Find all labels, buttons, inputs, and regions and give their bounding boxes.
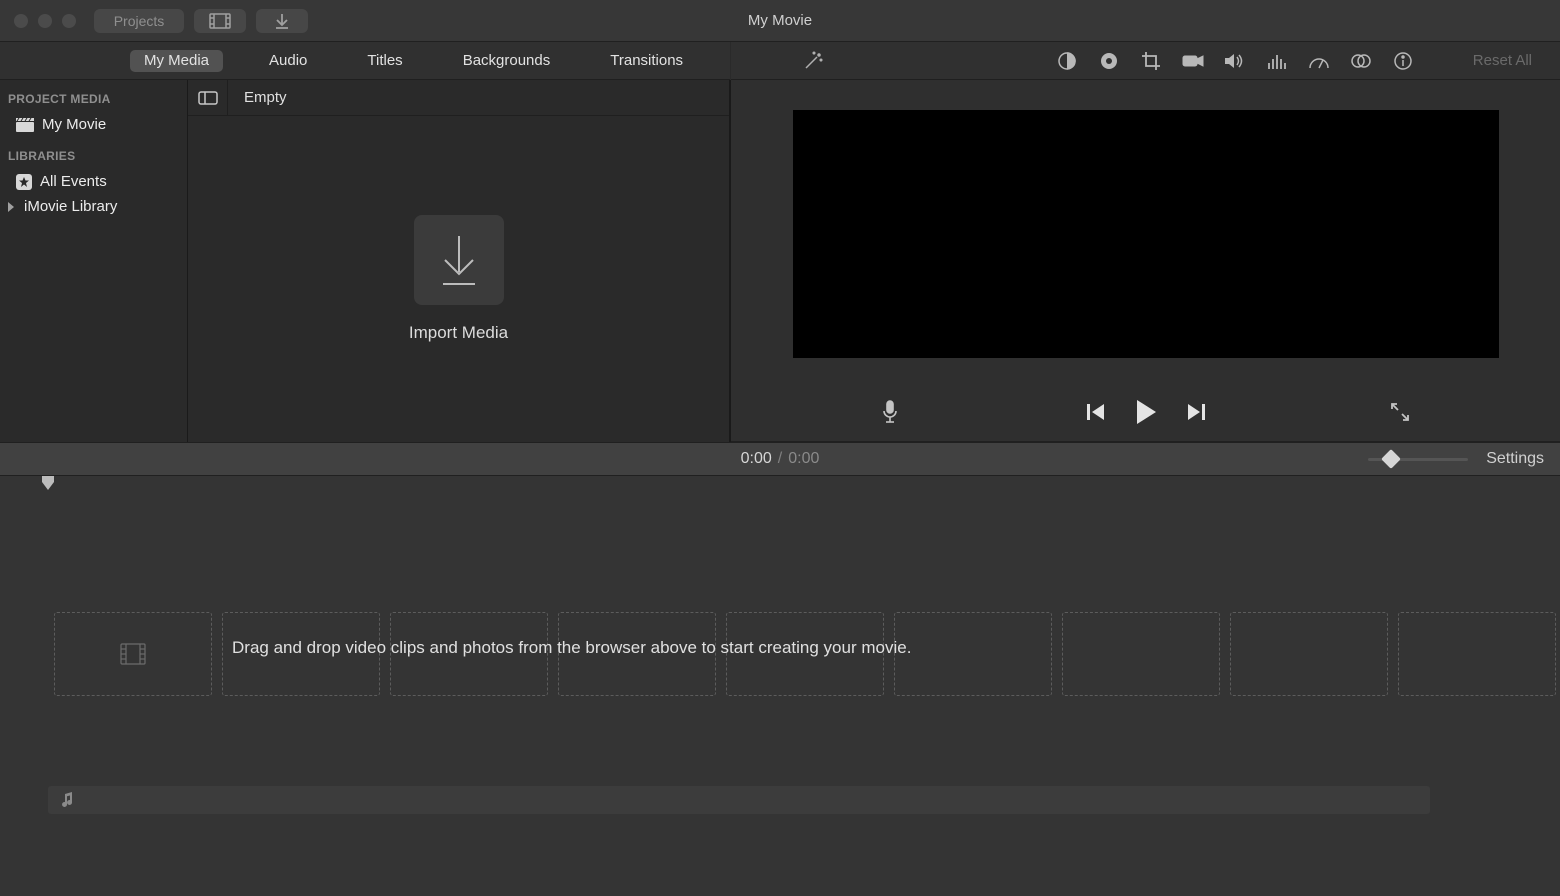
timeline-zoom-slider[interactable] bbox=[1368, 458, 1468, 461]
clip-filter-button[interactable] bbox=[1349, 49, 1373, 73]
sidebar: PROJECT MEDIA My Movie LIBRARIES All Eve… bbox=[0, 80, 188, 442]
toggle-sidebar-button[interactable] bbox=[188, 80, 228, 116]
play-icon bbox=[1134, 399, 1158, 425]
timeline[interactable]: Drag and drop video clips and photos fro… bbox=[0, 476, 1560, 896]
playback-controls bbox=[731, 388, 1560, 442]
clip-info-button[interactable] bbox=[1391, 49, 1415, 73]
sidebar-header-libraries: LIBRARIES bbox=[0, 149, 187, 169]
color-wheel-icon bbox=[1099, 51, 1119, 71]
projects-button[interactable]: Projects bbox=[94, 9, 184, 33]
minimize-window-button[interactable] bbox=[38, 14, 52, 28]
import-media-button[interactable] bbox=[414, 215, 504, 305]
next-frame-button[interactable] bbox=[1186, 403, 1206, 426]
browser-tabs: My Media Audio Titles Backgrounds Transi… bbox=[0, 42, 730, 80]
tab-transitions[interactable]: Transitions bbox=[596, 50, 697, 72]
color-balance-button[interactable] bbox=[1055, 49, 1079, 73]
enhance-button[interactable] bbox=[801, 49, 825, 73]
music-note-icon bbox=[60, 792, 74, 808]
chevron-right-icon bbox=[6, 202, 16, 212]
download-arrow-icon bbox=[437, 234, 481, 286]
clip-placeholder[interactable] bbox=[54, 612, 212, 696]
tab-audio[interactable]: Audio bbox=[255, 50, 321, 72]
media-library-button[interactable]: ♪ bbox=[194, 9, 246, 33]
time-separator: / bbox=[778, 450, 782, 468]
voiceover-record-button[interactable] bbox=[881, 400, 899, 429]
sidebar-item-label: iMovie Library bbox=[24, 198, 117, 215]
info-icon bbox=[1393, 51, 1413, 71]
sidebar-item-label: All Events bbox=[40, 173, 107, 190]
reset-all-button: Reset All bbox=[1473, 52, 1532, 69]
star-icon bbox=[16, 174, 32, 190]
browser-status: Empty bbox=[228, 89, 287, 106]
playhead-marker-icon bbox=[42, 476, 54, 490]
skip-back-icon bbox=[1086, 403, 1106, 421]
clip-placeholder[interactable] bbox=[1398, 612, 1556, 696]
filmstrip-icon: ♪ bbox=[209, 13, 231, 29]
background-music-well[interactable] bbox=[48, 786, 1430, 814]
total-time: 0:00 bbox=[788, 450, 819, 468]
color-correction-button[interactable] bbox=[1097, 49, 1121, 73]
download-icon bbox=[274, 13, 290, 29]
filmstrip-icon bbox=[120, 643, 146, 665]
skip-forward-icon bbox=[1186, 403, 1206, 421]
stabilization-button[interactable] bbox=[1181, 49, 1205, 73]
import-media-label: Import Media bbox=[409, 323, 508, 343]
sidebar-item-project[interactable]: My Movie bbox=[0, 112, 187, 137]
crop-button[interactable] bbox=[1139, 49, 1163, 73]
titlebar: Projects ♪ My Movie bbox=[0, 0, 1560, 42]
crop-icon bbox=[1141, 51, 1161, 71]
overlay-circles-icon bbox=[1350, 52, 1372, 70]
play-button[interactable] bbox=[1134, 399, 1158, 430]
tab-titles[interactable]: Titles bbox=[353, 50, 416, 72]
window-controls bbox=[14, 14, 76, 28]
viewer-screen[interactable] bbox=[793, 110, 1499, 358]
sidebar-item-label: My Movie bbox=[42, 116, 106, 133]
timeline-settings-button[interactable]: Settings bbox=[1486, 450, 1544, 468]
speed-button[interactable] bbox=[1307, 49, 1331, 73]
volume-button[interactable] bbox=[1223, 49, 1247, 73]
fullscreen-button[interactable] bbox=[1390, 402, 1410, 427]
volume-icon bbox=[1224, 52, 1246, 70]
color-balance-icon bbox=[1057, 51, 1077, 71]
viewer-pane: Reset All bbox=[730, 80, 1560, 442]
media-browser: Empty Import Media bbox=[188, 80, 730, 442]
sidebar-icon bbox=[198, 91, 218, 105]
time-display-bar: 0:00 / 0:00 Settings bbox=[0, 442, 1560, 476]
zoom-slider-thumb[interactable] bbox=[1381, 449, 1401, 469]
sidebar-header-project-media: PROJECT MEDIA bbox=[0, 92, 187, 112]
wand-icon bbox=[802, 50, 824, 72]
clip-placeholder[interactable] bbox=[894, 612, 1052, 696]
speedometer-icon bbox=[1308, 52, 1330, 70]
clip-placeholder[interactable] bbox=[1062, 612, 1220, 696]
sidebar-item-library[interactable]: iMovie Library bbox=[0, 194, 187, 219]
import-button[interactable] bbox=[256, 9, 308, 33]
camera-icon bbox=[1182, 53, 1204, 69]
microphone-icon bbox=[881, 400, 899, 424]
close-window-button[interactable] bbox=[14, 14, 28, 28]
tab-backgrounds[interactable]: Backgrounds bbox=[449, 50, 565, 72]
current-time: 0:00 bbox=[741, 450, 772, 468]
timeline-hint: Drag and drop video clips and photos fro… bbox=[232, 638, 911, 658]
clip-placeholder[interactable] bbox=[1230, 612, 1388, 696]
clapperboard-icon bbox=[16, 118, 34, 132]
equalizer-icon bbox=[1267, 53, 1287, 69]
noise-reduction-button[interactable] bbox=[1265, 49, 1289, 73]
fullscreen-window-button[interactable] bbox=[62, 14, 76, 28]
expand-icon bbox=[1390, 402, 1410, 422]
previous-frame-button[interactable] bbox=[1086, 403, 1106, 426]
tab-my-media[interactable]: My Media bbox=[130, 50, 223, 72]
sidebar-item-all-events[interactable]: All Events bbox=[0, 169, 187, 194]
